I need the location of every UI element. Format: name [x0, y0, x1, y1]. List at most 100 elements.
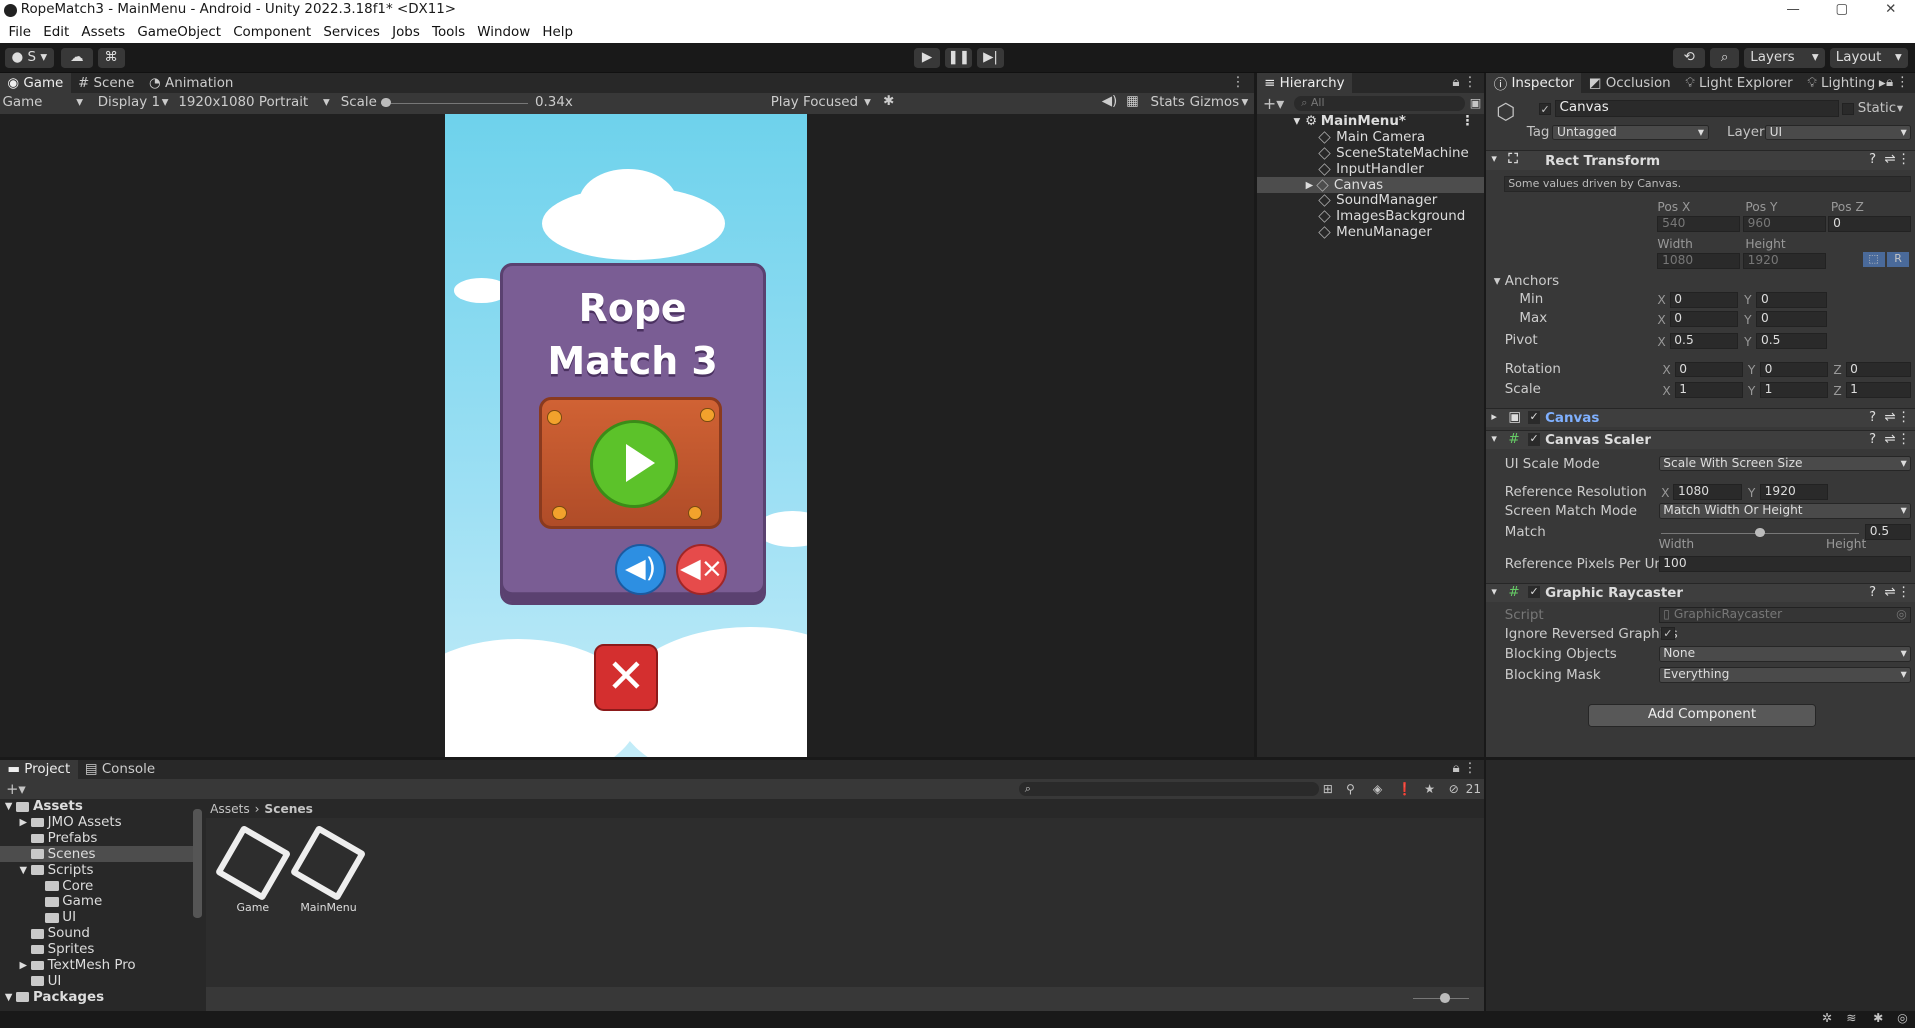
ui-scale-mode-dropdown[interactable]: Scale With Screen Size [1658, 455, 1912, 472]
scale-x[interactable]: 1 [1674, 382, 1743, 399]
debug-mode-icon[interactable]: ✱ [1873, 1011, 1883, 1025]
menu-tools[interactable]: Tools [432, 23, 465, 43]
more-options-icon[interactable]: ⋮ [1897, 410, 1910, 425]
more-options-icon[interactable]: ⋮ [1896, 75, 1909, 90]
canvas-component-header[interactable]: ▸ ▣ ✓ Canvas ? ⇌ ⋮ [1486, 407, 1915, 428]
pivot-y[interactable]: 0.5 [1756, 333, 1828, 350]
display-mode-dropdown[interactable]: Game ▾ [2, 95, 85, 110]
anchor-min-y[interactable]: 0 [1756, 291, 1828, 308]
scene-asset-game[interactable]: Game [214, 825, 292, 914]
gizmos-dropdown[interactable]: Gizmos ▾ [1190, 95, 1251, 110]
anchors-foldout[interactable]: ▾ Anchors [1494, 274, 1559, 289]
lock-icon[interactable]: 🔒︎ [1886, 75, 1893, 90]
preset-icon[interactable]: ⇌ [1884, 152, 1895, 167]
tab-lighting[interactable]: 💡︎ Lighting ▸ [1800, 73, 1893, 93]
raw-edit-mode-icon[interactable]: R [1887, 251, 1910, 268]
chevron-icon[interactable]: ▶ [20, 960, 31, 971]
blocking-objects-dropdown[interactable]: None [1658, 646, 1912, 662]
speaker-icon[interactable]: ◀) [1102, 94, 1118, 109]
scene-asset-mainmenu[interactable]: MainMenu [290, 825, 367, 914]
resolution-dropdown[interactable]: 1920x1080 Portrait ▾ [178, 95, 332, 110]
tab-project[interactable]: ▬ Project [0, 759, 78, 780]
project-tree-item[interactable]: UI [0, 910, 202, 926]
game-screen[interactable]: Rope Match 3 ◀) ◀× ✕ [444, 113, 808, 758]
more-options-icon[interactable]: ⋮ [1463, 75, 1476, 90]
rotation-z[interactable]: 0 [1845, 361, 1912, 378]
active-checkbox[interactable]: ✓ [1538, 102, 1552, 115]
anchor-min-x[interactable]: 0 [1669, 291, 1739, 308]
ppu-field[interactable]: 100 [1658, 555, 1912, 572]
menu-jobs[interactable]: Jobs [392, 23, 420, 43]
reference-resolution-y[interactable]: 1920 [1760, 483, 1829, 500]
search-button[interactable]: ⌕ [1709, 47, 1740, 69]
graphic-raycaster-header[interactable]: ▾ # ✓ Graphic Raycaster ? ⇌ ⋮ [1486, 582, 1915, 603]
tab-scene[interactable]: # Scene [71, 73, 142, 93]
more-options-icon[interactable]: ⋮ [1231, 75, 1244, 90]
lock-icon[interactable]: 🔒︎ [1452, 75, 1459, 90]
filter-icon[interactable]: ⚲ [1346, 782, 1355, 796]
screen-match-mode-dropdown[interactable]: Match Width Or Height [1658, 503, 1912, 520]
help-icon[interactable]: ? [1869, 432, 1876, 447]
collab-button[interactable]: ⌘ [97, 47, 125, 69]
project-tree-item[interactable]: ▼ Assets [0, 799, 202, 815]
blueprint-mode-icon[interactable]: ⬚ [1862, 251, 1885, 268]
canvas-scaler-header[interactable]: ▾ # ✓ Canvas Scaler ? ⇌ ⋮ [1486, 429, 1915, 450]
project-tree-item[interactable]: UI [0, 973, 202, 989]
scale-slider[interactable] [381, 97, 528, 108]
progress-icon[interactable]: ◎ [1897, 1011, 1908, 1025]
help-icon[interactable]: ? [1869, 585, 1876, 600]
hierarchy-item[interactable]: Main Camera [1257, 129, 1484, 145]
pos-z-field[interactable]: 0 [1828, 216, 1912, 233]
warning-icon[interactable]: ❗ [1397, 782, 1412, 796]
display-dropdown[interactable]: Display 1 ▾ [98, 95, 171, 110]
more-options-icon[interactable]: ⋮ [1463, 761, 1476, 776]
cache-server-icon[interactable]: ≋ [1846, 1011, 1856, 1025]
project-tree-item[interactable]: Scenes [0, 846, 202, 863]
more-options-icon[interactable]: ⋮ [1461, 114, 1474, 129]
menu-window[interactable]: Window [477, 23, 530, 43]
search-by-type-icon[interactable]: ⊞ [1323, 782, 1333, 796]
pivot-x[interactable]: 0.5 [1669, 333, 1739, 350]
tab-console[interactable]: ▤ Console [78, 760, 163, 780]
project-tree-item[interactable]: Sound [0, 926, 202, 942]
tab-game[interactable]: ◉ Game [0, 73, 71, 93]
maximize-button[interactable]: ▢ [1817, 0, 1866, 22]
target-icon[interactable]: ◎ [1896, 608, 1907, 621]
menu-gameobject[interactable]: GameObject [137, 23, 221, 43]
project-tree-item[interactable]: Game [0, 894, 202, 910]
static-checkbox[interactable] [1841, 102, 1855, 115]
anchor-max-y[interactable]: 0 [1756, 311, 1828, 328]
ignore-reversed-checkbox[interactable]: ✓ [1661, 626, 1675, 640]
project-tree-item[interactable]: ▼ Scripts [0, 862, 202, 878]
project-tree-item[interactable]: Prefabs [0, 831, 202, 847]
chevron-icon[interactable]: ▼ [20, 865, 31, 876]
rect-transform-header[interactable]: ▾ ⛶ Rect Transform ? ⇌ ⋮ [1486, 150, 1915, 170]
cloud-button[interactable]: ☁ [61, 47, 93, 69]
minimize-button[interactable]: — [1769, 0, 1818, 22]
step-button[interactable]: ▶| [977, 47, 1004, 69]
match-value-field[interactable]: 0.5 [1865, 523, 1912, 540]
tree-scrollbar[interactable] [192, 808, 202, 919]
tag-dropdown[interactable]: Untagged [1552, 124, 1709, 141]
account-button[interactable]: ● S ▾ [4, 47, 54, 69]
menu-assets[interactable]: Assets [81, 23, 125, 43]
canvas-enabled-checkbox[interactable]: ✓ [1527, 411, 1541, 424]
sound-on-button[interactable]: ◀) [614, 544, 667, 596]
breadcrumb-scenes[interactable]: Scenes [264, 802, 313, 816]
project-tree-item[interactable]: ▼ Packages [0, 989, 202, 1005]
hierarchy-item-selected[interactable]: ▶ Canvas [1256, 177, 1484, 193]
raycaster-enabled-checkbox[interactable]: ✓ [1527, 586, 1541, 599]
hierarchy-item[interactable]: SoundManager [1257, 193, 1484, 209]
favorite-icon[interactable]: ★ [1424, 782, 1435, 796]
project-tree-item[interactable]: ▶ TextMesh Pro [0, 958, 202, 974]
chevron-icon[interactable]: ▶ [20, 817, 31, 828]
history-button[interactable]: ⟲ [1673, 47, 1706, 69]
tab-light-explorer[interactable]: 💡︎ Light Explorer [1678, 73, 1800, 93]
layers-dropdown[interactable]: Layers ▾ [1744, 47, 1825, 69]
preset-icon[interactable]: ⇌ [1884, 432, 1895, 447]
rotation-y[interactable]: 0 [1760, 361, 1829, 378]
scale-y[interactable]: 1 [1760, 382, 1829, 399]
object-name-input[interactable]: Canvas [1554, 100, 1840, 118]
bug-icon[interactable]: ✱ [883, 94, 894, 109]
project-tree-item[interactable]: Core [0, 878, 202, 894]
